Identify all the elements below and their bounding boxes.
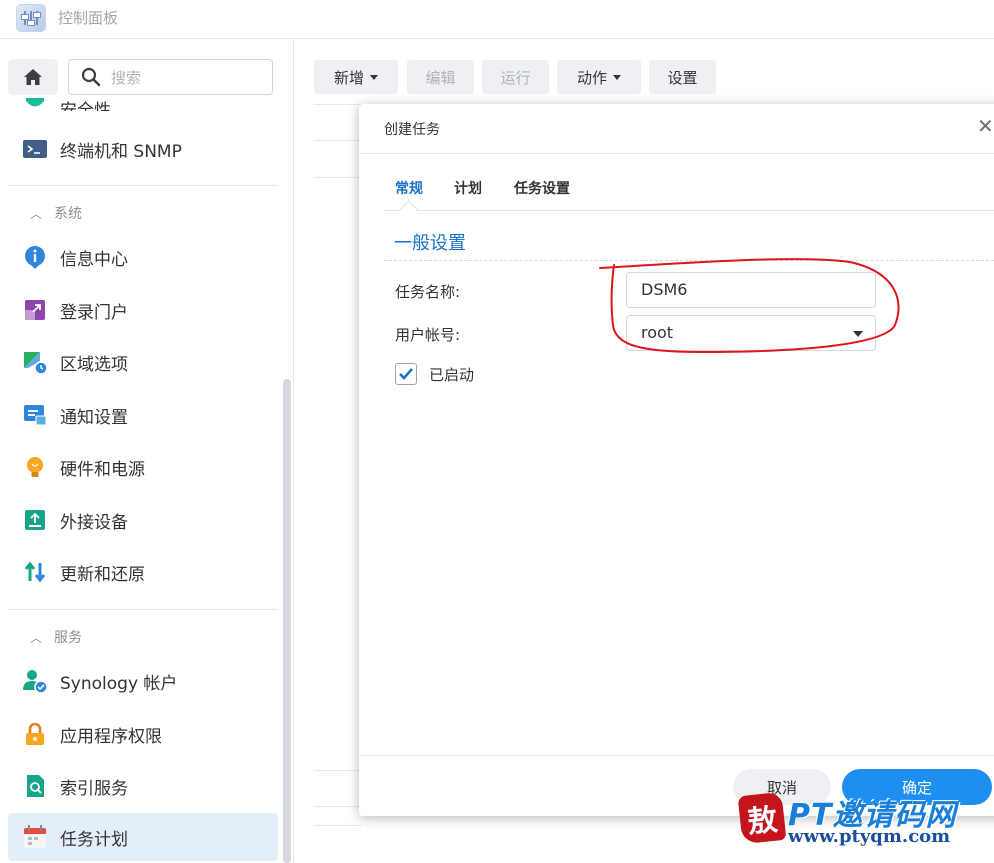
sidebar-item-info-center[interactable]: 信息中心 [8,233,278,281]
sidebar-item-label: Synology 帐户 [60,673,178,694]
sidebar-item-label: 登录门户 [60,302,128,323]
section-header-system[interactable]: ︿ 系统 [30,203,82,223]
action-button-label: 动作 [576,68,607,87]
sidebar-item-label: 任务计划 [60,829,128,850]
sidebar-item-label: 索引服务 [60,778,128,799]
chevron-up-icon: ︿ [30,206,43,221]
action-button[interactable]: 动作 [557,60,641,94]
sidebar-item-indexing[interactable]: 索引服务 [8,762,278,810]
sidebar-divider [8,185,278,186]
sidebar-item-label: 硬件和电源 [60,459,145,480]
run-button-label: 运行 [500,68,531,87]
edit-button-label: 编辑 [425,68,456,87]
enabled-checkbox[interactable] [395,363,417,385]
sidebar-item-app-privileges[interactable]: 应用程序权限 [8,710,278,758]
task-name-value: DSM6 [641,280,688,299]
watermark-url: www.ptyqm.com [788,826,951,847]
section-header-services[interactable]: ︿ 服务 [30,627,82,647]
terminal-icon [22,136,48,162]
user-account-value: root [641,323,674,342]
control-panel-icon [16,4,46,32]
app-title: 控制面板 [58,9,119,27]
search-icon [81,67,101,87]
settings-button-label: 设置 [667,68,698,87]
dialog-header-divider [359,153,994,154]
caret-down-icon [370,74,378,80]
sidebar-item-label: 更新和还原 [60,564,145,585]
section-divider [384,260,994,261]
lock-icon [22,721,48,747]
active-tab-indicator [399,200,418,219]
task-name-label: 任务名称: [395,283,461,301]
sidebar-item-label: 区域选项 [60,354,128,375]
sidebar-item-notification[interactable]: 通知设置 [8,391,278,439]
caret-down-icon [613,74,621,80]
table-row-divider [314,140,362,141]
table-row-divider [314,770,362,771]
title-bar: 控制面板 [0,0,994,39]
tab-schedule[interactable]: 计划 [454,178,482,198]
sidebar-item-security[interactable]: 安全性 [8,89,278,111]
table-row-divider [314,104,362,105]
sidebar-item-external-devices[interactable]: 外接设备 [8,496,278,544]
user-account-select[interactable]: root [626,315,876,351]
sidebar-item-label: 应用程序权限 [60,726,162,747]
dialog-footer-divider [359,755,994,756]
account-icon [22,668,48,694]
check-icon [399,368,413,380]
close-icon[interactable]: ✕ [977,114,994,138]
section-title: 系统 [54,206,83,222]
add-button-label: 新增 [333,68,364,87]
sidebar-item-label: 信息中心 [60,249,128,270]
home-icon [24,69,42,85]
sidebar-item-update-restore[interactable]: 更新和还原 [8,548,278,596]
dialog-title: 创建任务 [384,122,440,138]
chevron-up-icon: ︿ [30,630,43,645]
sidebar-item-login-portal[interactable]: 登录门户 [8,286,278,334]
sidebar-divider [8,609,278,610]
table-row-divider [314,806,362,807]
add-button[interactable]: 新增 [314,60,398,94]
bulb-icon [22,454,48,480]
sidebar-item-synology-account[interactable]: Synology 帐户 [8,657,278,705]
task-name-field[interactable]: DSM6 [626,272,876,308]
notification-icon [22,402,48,428]
region-icon [22,349,48,375]
table-row-divider [314,177,362,178]
update-icon [22,559,48,585]
tab-task-settings[interactable]: 任务设置 [514,178,570,198]
sidebar-item-label: 安全性 [60,101,111,111]
index-icon [22,773,48,799]
external-device-icon [22,507,48,533]
create-task-dialog: 创建任务 ✕ 常规 计划 任务设置 一般设置 任务名称: DSM6 用户帐号: … [359,104,994,816]
sidebar: 安全性 终端机和 SNMP ︿ 系统 信息中心 登录门户 区域选项 通知设置 [0,39,294,863]
shield-icon [22,97,48,111]
info-icon [22,244,48,270]
sidebar-item-label: 外接设备 [60,512,128,533]
table-row-divider [314,825,362,826]
sidebar-item-terminal-snmp[interactable]: 终端机和 SNMP [8,125,278,173]
search-input[interactable] [109,66,263,90]
section-title: 服务 [54,630,83,646]
settings-button[interactable]: 设置 [649,60,716,94]
tab-general[interactable]: 常规 [395,178,423,198]
sidebar-item-region[interactable]: 区域选项 [8,338,278,386]
login-portal-icon [22,297,48,323]
user-account-label: 用户帐号: [395,326,461,344]
watermark-seal: 敖 [737,791,787,845]
run-button[interactable]: 运行 [482,60,549,94]
watermark: 敖 PT邀请码网 www.ptyqm.com [737,790,994,863]
sidebar-item-hardware-power[interactable]: 硬件和电源 [8,443,278,491]
tab-underline [384,210,994,211]
edit-button[interactable]: 编辑 [407,60,474,94]
section-title: 一般设置 [394,233,466,254]
sidebar-item-label: 通知设置 [60,407,128,428]
sidebar-item-task-scheduler[interactable]: 任务计划 [8,813,278,861]
sidebar-scrollbar[interactable] [283,379,291,863]
enabled-label: 已启动 [429,366,475,384]
sidebar-item-label: 终端机和 SNMP [60,141,182,162]
caret-down-icon [853,331,863,337]
calendar-icon [22,824,48,850]
